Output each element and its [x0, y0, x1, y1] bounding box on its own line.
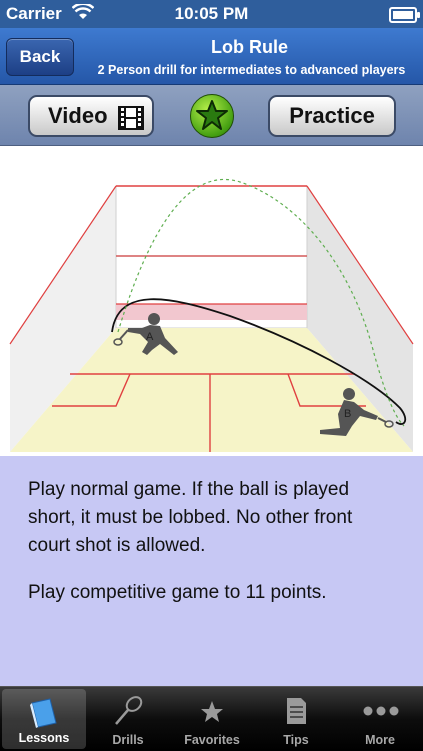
tab-lessons[interactable]: Lessons	[2, 689, 86, 749]
tab-more[interactable]: More	[338, 687, 422, 751]
document-icon	[254, 693, 338, 727]
racket-icon	[86, 693, 170, 727]
more-dots-icon	[338, 693, 422, 727]
description-paragraph: Play normal game. If the ball is played …	[28, 479, 353, 556]
tab-label: Tips	[283, 733, 309, 747]
star-icon	[170, 693, 254, 727]
back-button[interactable]: Back	[6, 38, 74, 76]
drill-description: Play normal game. If the ball is played …	[28, 476, 398, 626]
clock: 10:05 PM	[174, 4, 249, 23]
practice-button[interactable]: Practice	[268, 95, 396, 137]
page-subtitle: 2 Person drill for intermediates to adva…	[97, 63, 406, 77]
player-a-label: A	[146, 331, 154, 343]
squash-court-illustration: A B	[9, 178, 414, 452]
page-title: Lob Rule	[211, 37, 288, 57]
drill-toolbar: Video Practice	[0, 85, 423, 146]
front-wall-tin	[116, 304, 307, 320]
status-bar: Carrier 10:05 PM	[0, 0, 423, 28]
court-diagram: A B	[0, 146, 423, 456]
film-icon	[118, 104, 144, 142]
navigation-bar: Back Lob Rule 2 Person drill for interme…	[0, 28, 423, 85]
description-paragraph: Play competitive game to 11 points.	[28, 582, 327, 603]
tab-label: Drills	[112, 733, 144, 747]
favorite-star-button[interactable]	[190, 94, 234, 138]
tab-bar: Lessons Drills Favorites Tips More	[0, 686, 423, 751]
tab-drills[interactable]: Drills	[86, 687, 170, 751]
video-button[interactable]: Video	[28, 95, 154, 137]
star-icon	[196, 100, 228, 130]
tab-tips[interactable]: Tips	[254, 687, 338, 751]
tab-label: More	[365, 733, 395, 747]
tab-favorites[interactable]: Favorites	[170, 687, 254, 751]
battery-icon	[389, 7, 420, 23]
tab-label: Favorites	[184, 733, 240, 747]
video-button-label: Video	[48, 103, 108, 128]
tab-label: Lessons	[18, 731, 70, 745]
player-b-label: B	[344, 408, 351, 420]
book-icon	[2, 695, 86, 729]
